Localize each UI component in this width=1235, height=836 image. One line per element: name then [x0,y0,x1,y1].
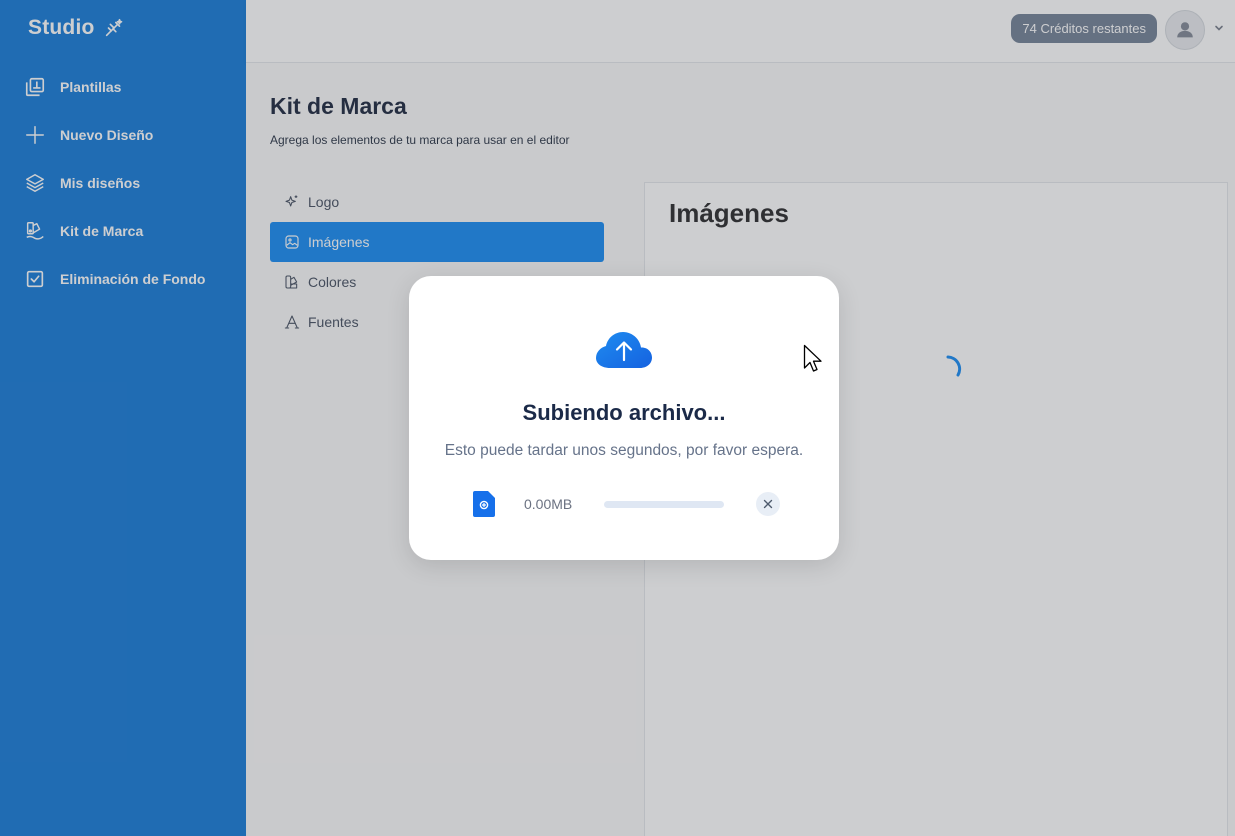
modal-description: Esto puede tardar unos segundos, por fav… [444,442,804,459]
upload-file-row: 0.00MB [473,491,783,517]
cancel-upload-button[interactable] [756,492,780,516]
close-icon [763,499,773,509]
upload-progress-bar [604,501,724,508]
upload-modal: Subiendo archivo... Esto puede tardar un… [409,276,839,560]
app-root: Studio Plantillas Nuevo Diseño Mis diseñ… [0,0,1235,836]
file-icon [473,491,495,517]
mouse-cursor-icon [803,344,823,374]
modal-title: Subiendo archivo... [522,400,726,425]
file-size: 0.00MB [524,496,573,512]
cloud-upload-icon [596,330,652,370]
